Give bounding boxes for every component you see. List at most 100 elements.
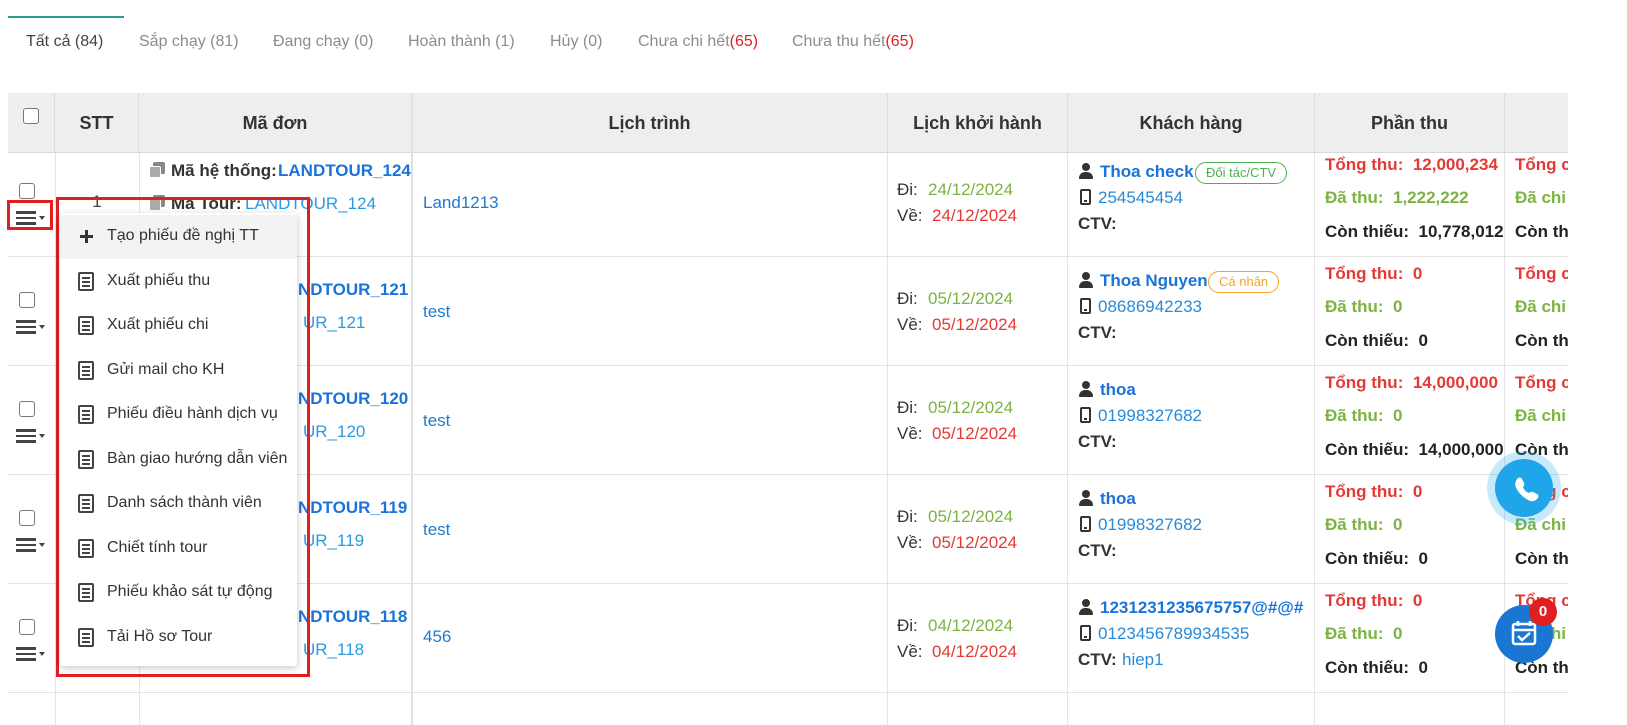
return-label: Về: (897, 206, 923, 225)
customer-phone[interactable]: 01998327682 (1098, 406, 1202, 426)
tour-code-link[interactable]: UR_118 (303, 640, 364, 660)
total-expense-cut: Tổng c (1515, 264, 1568, 283)
tour-code-link[interactable]: UR_119 (303, 531, 364, 551)
collected-income-value: 0 (1393, 297, 1403, 316)
remaining-income-label: Còn thiếu: (1325, 222, 1410, 241)
call-button[interactable] (1495, 459, 1553, 517)
menu-item-export-receipt[interactable]: Xuất phiếu thu (60, 260, 297, 304)
itinerary-link[interactable]: 456 (423, 627, 451, 647)
total-income-value: 12,000,234 (1412, 155, 1498, 174)
remaining-income-label: Còn thiếu: (1325, 658, 1410, 677)
customer-name[interactable]: thoa (1100, 489, 1136, 509)
tab-upcoming[interactable]: Sắp chạy (81) (139, 33, 239, 51)
menu-item-guide-handover[interactable]: Bàn giao hướng dẫn viên (60, 438, 297, 482)
row-actions-menu-icon[interactable] (16, 317, 48, 337)
phone-icon (1080, 516, 1091, 532)
depart-date: 05/12/2024 (928, 507, 1014, 526)
tab-uncollected-income[interactable]: Chưa thu hết(65) (792, 33, 914, 51)
user-icon (1079, 599, 1093, 615)
total-income: Tổng thu: 14,000,000 (1325, 373, 1498, 393)
menu-item-export-payment[interactable]: Xuất phiếu chi (60, 304, 297, 348)
itinerary-link[interactable]: test (423, 520, 450, 540)
select-all-checkbox[interactable] (23, 108, 39, 124)
menu-item-send-mail[interactable]: Gửi mail cho KH (60, 349, 297, 393)
depart-label: Đi: (897, 398, 918, 417)
menu-item-tour-costing[interactable]: Chiết tính tour (60, 527, 297, 571)
row-checkbox[interactable] (19, 401, 35, 417)
customer-type-badge: Đối tác/CTV (1195, 162, 1288, 184)
total-income: Tổng thu: 12,000,234 (1325, 155, 1498, 175)
itinerary-link[interactable]: test (423, 302, 450, 322)
row-checkbox[interactable] (19, 292, 35, 308)
row-actions-menu-icon[interactable] (16, 644, 48, 664)
row-actions-menu-icon[interactable] (16, 535, 48, 555)
row-checkbox[interactable] (19, 619, 35, 635)
total-income-label: Tổng thu: (1325, 482, 1404, 501)
user-icon (1079, 272, 1093, 288)
system-code-link[interactable]: NDTOUR_119 (298, 498, 407, 518)
total-income-label: Tổng thu: (1325, 155, 1404, 174)
copy-icon[interactable] (149, 162, 165, 178)
system-code-link[interactable]: LANDTOUR_124 (278, 161, 411, 181)
menu-item-member-list[interactable]: Danh sách thành viên (60, 482, 297, 526)
total-income-value: 0 (1412, 264, 1423, 283)
remaining-expense-cut: Còn th (1515, 331, 1568, 350)
customer-name[interactable]: Thoa Nguyen (1100, 271, 1208, 291)
phone-icon (1080, 407, 1091, 423)
itinerary-link[interactable]: test (423, 411, 450, 431)
total-income: Tổng thu: 0 (1325, 482, 1422, 502)
document-icon (78, 628, 94, 647)
row-actions-menu-icon[interactable] (16, 426, 48, 446)
remaining-income: Còn thiếu: 0 (1325, 549, 1428, 569)
collected-income-value: 0 (1393, 515, 1403, 534)
tab-running[interactable]: Đang chạy (0) (273, 33, 374, 51)
status-tabs: Tất cả (84) Sắp chạy (81) Đang chạy (0) … (8, 0, 1568, 75)
tour-code-link[interactable]: UR_120 (303, 422, 365, 442)
collaborator-label: CTV: (1078, 214, 1117, 233)
customer-name[interactable]: 1231231235675757@#@# (1100, 598, 1303, 618)
remaining-income-label: Còn thiếu: (1325, 331, 1410, 350)
tab-cancelled[interactable]: Hủy (0) (550, 33, 602, 51)
collected-income: Đã thu: 0 (1325, 515, 1402, 535)
header-itinerary: Lịch trình (412, 93, 888, 153)
customer-name[interactable]: thoa (1100, 380, 1136, 400)
menu-item-label: Phiếu điều hành dịch vụ (107, 405, 278, 422)
user-icon (1079, 490, 1093, 506)
customer-phone[interactable]: 254545454 (1098, 188, 1183, 208)
row-checkbox[interactable] (19, 510, 35, 526)
menu-item-label: Xuất phiếu chi (107, 316, 209, 333)
total-expense-cut: Tổng c (1515, 155, 1568, 174)
tab-all[interactable]: Tất cả (84) (26, 33, 103, 51)
collaborator-label: CTV: (1078, 541, 1117, 560)
remaining-income-value: 0 (1418, 549, 1428, 568)
customer-name[interactable]: Thoa check (1100, 162, 1194, 182)
customer-phone[interactable]: 08686942233 (1098, 297, 1202, 317)
document-icon (78, 361, 94, 380)
system-code-link[interactable]: NDTOUR_120 (298, 389, 408, 409)
tour-code-link[interactable]: UR_121 (303, 313, 365, 333)
remaining-expense-cut: Còn th (1515, 440, 1568, 459)
collaborator-name[interactable]: hiep1 (1122, 650, 1164, 670)
itinerary-link[interactable]: Land1213 (423, 193, 499, 213)
menu-item-service-order[interactable]: Phiếu điều hành dịch vụ (60, 393, 297, 437)
system-code-link[interactable]: NDTOUR_121 (298, 280, 408, 300)
depart-label: Đi: (897, 180, 918, 199)
tab-unpaid-expenses[interactable]: Chưa chi hết(65) (638, 33, 758, 51)
total-income-value: 0 (1412, 591, 1423, 610)
customer-phone[interactable]: 0123456789934535 (1098, 624, 1249, 644)
total-income-label: Tổng thu: (1325, 591, 1404, 610)
row-checkbox[interactable] (19, 183, 35, 199)
collected-income-label: Đã thu: (1325, 624, 1384, 643)
depart-label: Đi: (897, 289, 918, 308)
menu-item-create-payment-request[interactable]: Tạo phiếu đề nghị TT (60, 215, 297, 259)
menu-item-download-tour-file[interactable]: Tải Hồ sơ Tour (60, 616, 297, 660)
tab-uncollected-income-count: (65) (885, 33, 914, 50)
tab-completed[interactable]: Hoàn thành (1) (408, 33, 515, 51)
system-code-link[interactable]: NDTOUR_118 (298, 607, 407, 627)
paid-expense-cut: Đã chi (1515, 406, 1567, 425)
remaining-income: Còn thiếu: 10,778,012 (1325, 222, 1504, 242)
user-icon (1079, 163, 1093, 179)
customer-phone[interactable]: 01998327682 (1098, 515, 1202, 535)
menu-item-auto-survey[interactable]: Phiếu khảo sát tự động (60, 571, 297, 615)
total-income-value: 0 (1412, 482, 1423, 501)
